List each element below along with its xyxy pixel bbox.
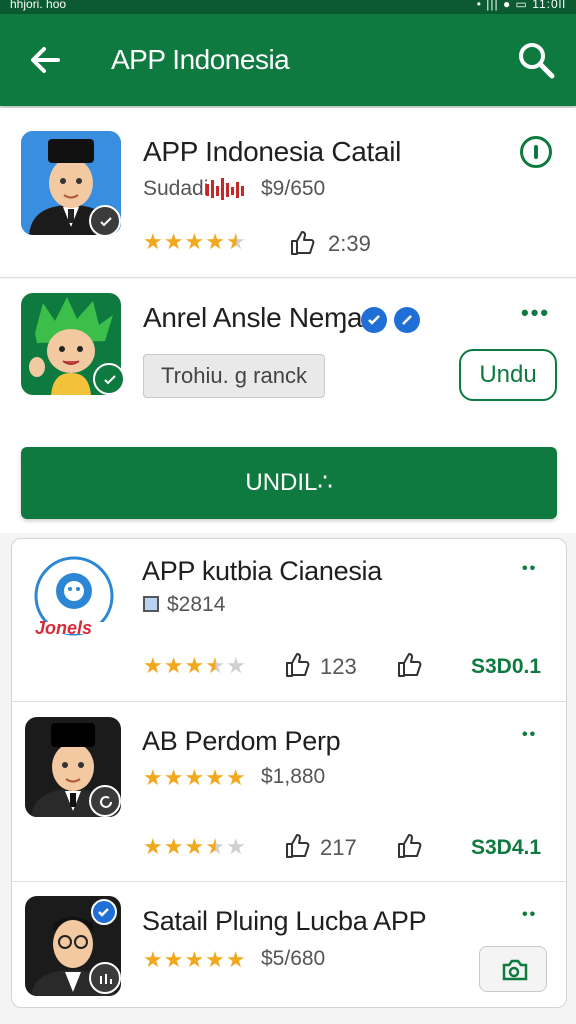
thumbs-up-icon[interactable] (283, 651, 311, 684)
category-square-icon (143, 596, 159, 612)
chart-badge-icon (89, 962, 121, 994)
featured-price: $9/650 (261, 177, 326, 200)
divider (12, 881, 566, 882)
list-app-price: $1,880 (261, 765, 326, 788)
list-app-name: AB Perdom Perp (142, 726, 341, 756)
list-app-name: Satail Pluing Lucba APP (142, 906, 427, 936)
status-left: hhjori. hoo (10, 0, 67, 11)
app-bar: APP Indonesia (0, 14, 576, 106)
jonels-logo-text: Jonels (35, 618, 93, 638)
list-app-name: APP kutbia Cianesia (142, 556, 382, 586)
featured-likes: 2:39 (328, 231, 371, 256)
featured-developer: Sudadi (143, 177, 209, 200)
second-app-name: Anrel Ansle Neɱa (143, 302, 363, 333)
download-button[interactable]: Undu (459, 349, 557, 401)
list-likes: 123 (320, 654, 357, 679)
status-bar: hhjori. hoo • ||| ● ▭ 11:0ll (0, 0, 576, 14)
camera-icon (502, 959, 528, 981)
more-options-icon[interactable]: ••• (521, 300, 550, 326)
list-rating-stars-5: ★★★★★ (143, 765, 247, 790)
thumbs-up-icon[interactable] (283, 832, 311, 865)
status-right: • ||| ● ▭ 11:0ll (476, 0, 566, 11)
more-options-icon[interactable]: •• (522, 906, 537, 924)
more-options-icon[interactable]: •• (522, 560, 537, 578)
list-amount: S3D0.1 (471, 655, 542, 678)
list-app-price: $2814 (167, 593, 226, 616)
list-amount: S3D4.1 (471, 836, 542, 859)
category-tag: Trohiu. g ranck (143, 354, 325, 398)
back-arrow-icon[interactable] (26, 40, 66, 80)
edit-pen-icon (394, 307, 420, 333)
list-app-price: $5/680 (261, 947, 326, 970)
verified-badge-icon-2 (93, 363, 125, 395)
more-options-icon[interactable]: •• (522, 726, 537, 744)
verified-badge-icon (89, 205, 121, 237)
list-likes: 217 (320, 835, 357, 860)
main-download-button[interactable]: UNDIL∴ (21, 447, 557, 519)
verified-blue-icon (91, 899, 117, 925)
thumbs-up-icon-2[interactable] (395, 832, 423, 865)
thumbs-up-icon-2[interactable] (395, 651, 423, 684)
camera-button[interactable] (479, 946, 547, 992)
search-icon[interactable] (514, 38, 558, 82)
list-rating-stars: ★★★★★ (143, 834, 247, 859)
featured-app-name: APP Indonesia Catail (143, 136, 402, 167)
thumbs-up-icon[interactable] (288, 229, 316, 262)
info-icon[interactable] (520, 136, 552, 168)
page-title: APP Indonesia (111, 44, 290, 75)
soundwave-icon (206, 178, 244, 200)
list-rating-stars-5: ★★★★★ (143, 947, 247, 972)
refresh-badge-icon (89, 785, 121, 817)
featured-rating-stars: ★★★★★ (143, 229, 247, 254)
verified-blue-icon (361, 307, 387, 333)
divider (12, 701, 566, 702)
list-rating-stars: ★★★★★ (143, 653, 247, 678)
